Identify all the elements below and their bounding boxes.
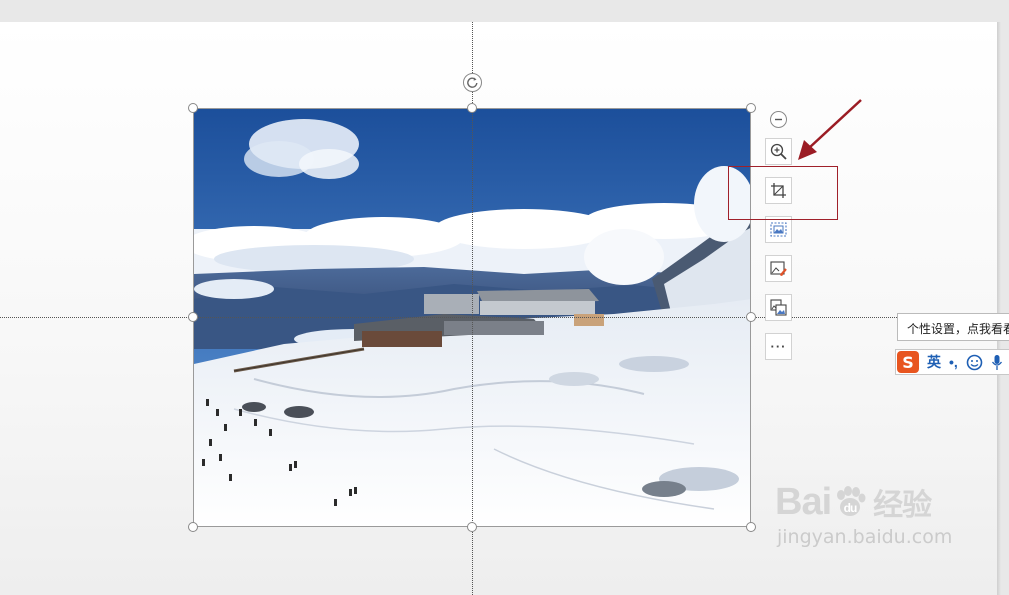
ime-punctuation-toggle[interactable]: •, [949,354,958,370]
ime-language-toggle[interactable]: 英 [927,352,941,372]
resize-handle-top-right[interactable] [746,103,756,113]
watermark-url: jingyan.baidu.com [777,526,953,548]
change-picture-button[interactable] [765,294,792,321]
svg-text:du: du [844,501,857,515]
resize-handle-top-left[interactable] [188,103,198,113]
ime-status-bar[interactable]: S 英 •, [895,349,1009,375]
watermark-cn: 经验 [873,488,932,523]
baidu-jingyan-watermark: Bai du 经验 jingyan.baidu.com [775,480,965,575]
zoom-in-button[interactable] [765,138,792,165]
ime-tooltip: 个性设置，点我看看 [897,313,1009,341]
ime-logo-text: S [902,352,914,372]
picture-frame-icon [770,222,787,237]
minus-icon [775,118,782,121]
rotate-handle-icon[interactable] [463,73,482,92]
collapse-toolbar-button[interactable] [770,111,787,128]
more-options-label: ··· [770,339,787,354]
microphone-icon[interactable] [991,354,1003,371]
horizontal-center-guide [0,317,1009,318]
more-options-button[interactable]: ··· [765,333,792,360]
resize-handle-bottom-left[interactable] [188,522,198,532]
resize-handle-bottom[interactable] [467,522,477,532]
modify-picture-button[interactable] [765,255,792,282]
highlight-box [728,166,838,220]
resize-handle-bottom-right[interactable] [746,522,756,532]
picture-effects-button[interactable] [765,216,792,243]
sogou-logo-icon[interactable]: S [897,351,919,373]
resize-handle-right[interactable] [746,312,756,322]
resize-handle-top[interactable] [467,103,477,113]
picture-edit-icon [770,261,787,276]
slide-shadow [997,22,1001,595]
resize-handle-left[interactable] [188,312,198,322]
paw-logo-icon: du [837,486,866,516]
emoji-icon[interactable] [966,354,983,371]
zoom-in-icon [770,143,787,160]
ime-tooltip-text: 个性设置，点我看看 [907,322,1009,336]
annotation-arrow-icon [798,99,862,160]
change-picture-icon [770,299,787,316]
watermark-brand: Bai [775,480,832,523]
